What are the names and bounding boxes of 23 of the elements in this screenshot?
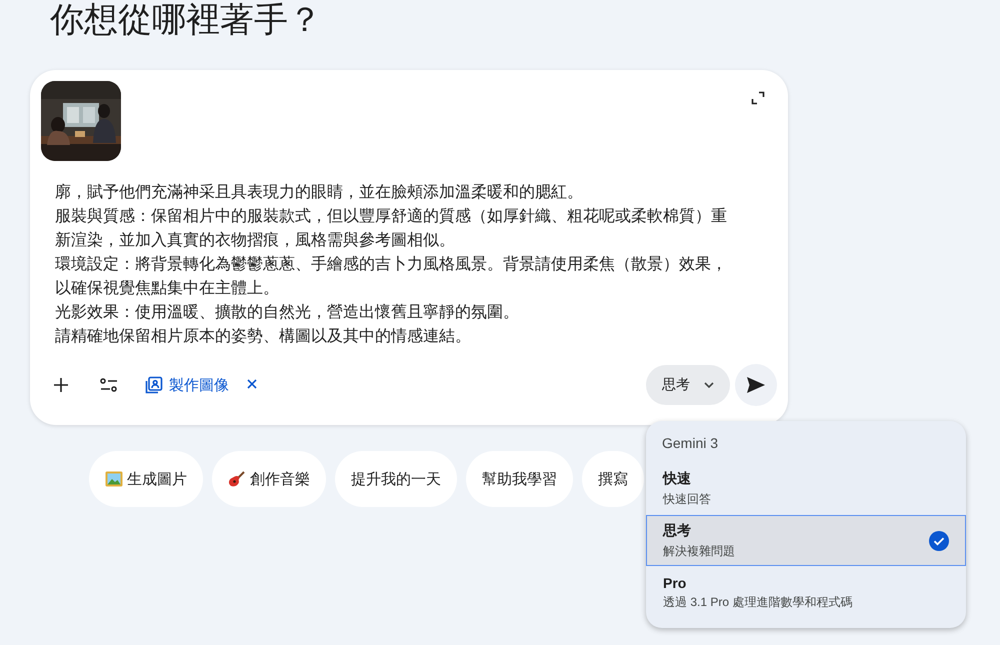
picture-frame-icon xyxy=(105,471,123,487)
chevron-down-icon xyxy=(704,382,714,388)
mode-dropdown[interactable]: 思考 xyxy=(646,365,730,405)
mode-option[interactable]: 思考 解決複雜問題 xyxy=(646,515,966,566)
prompt-input[interactable]: 廓，賦予他們充滿神采且具表現力的眼睛，並在臉頰添加溫柔暖和的腮紅。 服裝與質感：保留相片中的服裝款式，但以豐厚舒適的質感（如厚針織、粗花呢或柔軟棉質）重新渲染，並加入真實的衣物摺痕，風格需與參考圖相似。 環境設定：將背景轉化為鬱鬱蔥蔥、手繪感的吉卜力風格風景。背景請使用柔焦（散景）效果，以確保視覺焦點集中在主體上。 光影效果：使用溫暖、擴散的自然光，營造出懷舊且寧靜的氛圍。 請精確地保留相片原本的姿勢、構圖以及其中的情感連結。 xyxy=(55,181,737,349)
check-icon xyxy=(929,530,949,550)
mode-option[interactable]: 快速 快速回答 xyxy=(646,463,966,514)
send-button[interactable] xyxy=(735,364,777,406)
expand-icon[interactable] xyxy=(751,91,765,105)
image-icon xyxy=(145,376,163,394)
send-icon xyxy=(746,376,766,394)
sliders-icon xyxy=(100,377,118,393)
suggestion-chip[interactable]: 幫助我學習 xyxy=(466,451,573,507)
page-heading: 你想從哪裡著手？ xyxy=(49,0,323,41)
mode-option[interactable]: Pro 透過 3.1 Pro 處理進階數學和程式碼 xyxy=(646,567,966,618)
plus-icon xyxy=(53,377,69,393)
suggestion-chip[interactable]: 提升我的一天 xyxy=(335,451,457,507)
menu-header: Gemini 3 xyxy=(662,435,718,451)
suggestion-chip[interactable]: 創作音樂 xyxy=(212,451,326,507)
guitar-icon xyxy=(228,470,246,488)
suggestion-chip[interactable]: 生成圖片 xyxy=(89,451,203,507)
create-image-chip[interactable]: 製作圖像 xyxy=(139,374,235,396)
suggestion-chip[interactable]: 撰寫 xyxy=(582,451,644,507)
